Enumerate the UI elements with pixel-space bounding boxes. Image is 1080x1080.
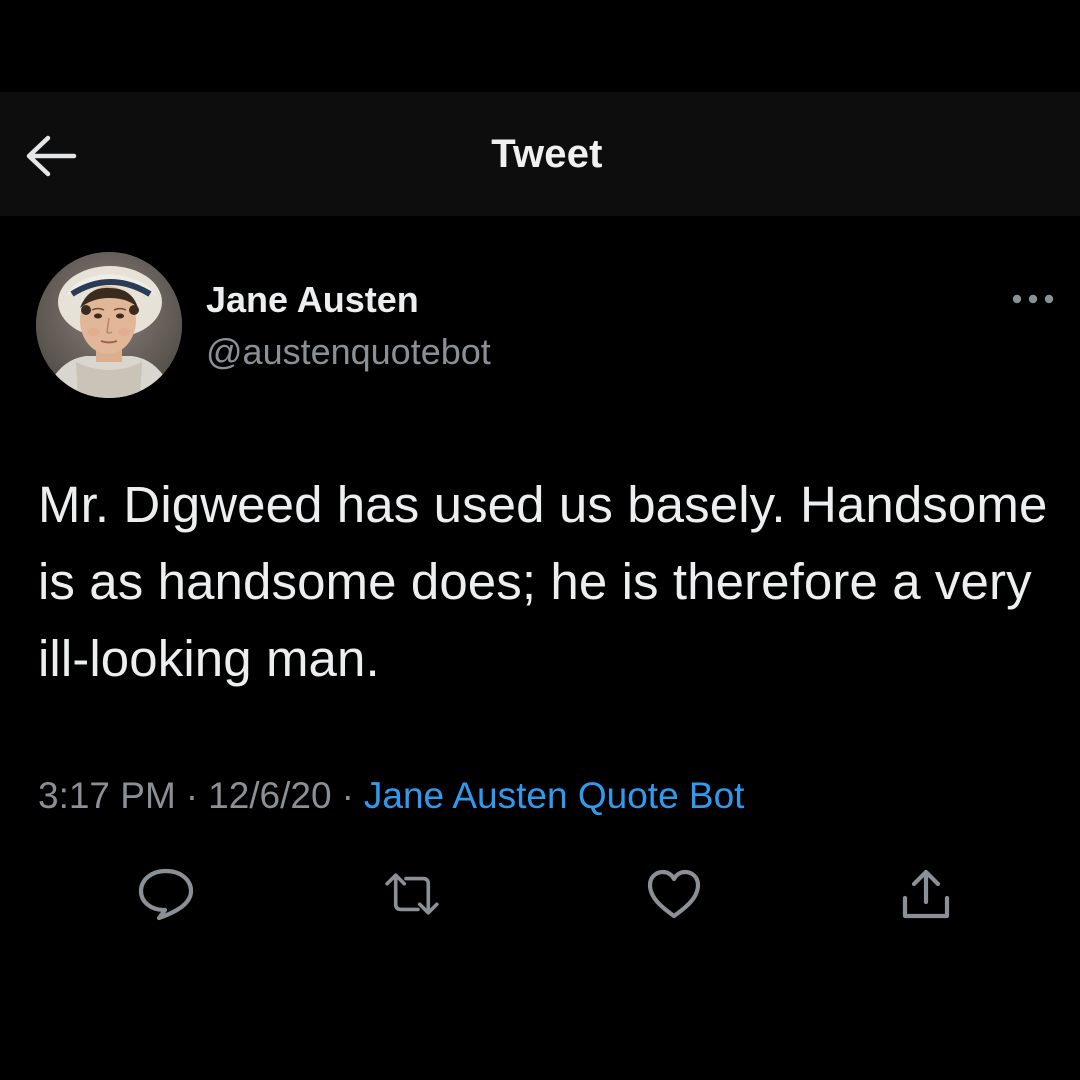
tweet-time[interactable]: 3:17 PM <box>38 775 176 816</box>
author-name[interactable]: Jane Austen <box>206 278 419 322</box>
author-portrait-image <box>36 252 182 398</box>
separator-dot: · <box>341 775 354 816</box>
retweet-button[interactable] <box>382 864 442 924</box>
more-horizontal-icon <box>1012 294 1054 304</box>
status-bar-area <box>0 0 1080 92</box>
separator-dot: · <box>185 775 199 816</box>
tweet-source-link[interactable]: Jane Austen Quote Bot <box>364 775 745 816</box>
like-button[interactable] <box>644 864 704 924</box>
tweet-metadata: 3:17 PM · 12/6/20 · Jane Austen Quote Bot <box>38 772 744 820</box>
like-icon <box>647 869 701 919</box>
share-button[interactable] <box>896 864 956 924</box>
reply-button[interactable] <box>136 864 196 924</box>
avatar[interactable] <box>36 252 182 398</box>
retweet-icon <box>385 873 439 915</box>
author-handle[interactable]: @austenquotebot <box>206 330 491 374</box>
tweet-date[interactable]: 12/6/20 <box>208 775 331 816</box>
page-title: Tweet <box>491 132 603 176</box>
tweet-text: Mr. Digweed has used us basely. Handsome… <box>38 476 1048 687</box>
share-icon <box>902 869 950 919</box>
reply-icon <box>138 868 194 921</box>
more-options-button[interactable] <box>1004 284 1062 314</box>
